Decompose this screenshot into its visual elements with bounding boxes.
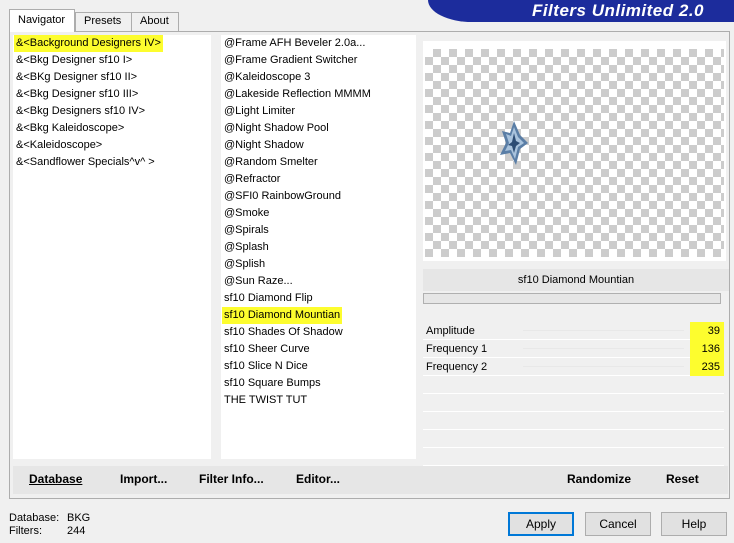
apply-button[interactable]: Apply bbox=[508, 512, 574, 536]
preview-image bbox=[425, 49, 724, 257]
param-value: 136 bbox=[690, 340, 724, 358]
category-item[interactable]: &<Bkg Designers sf10 IV> bbox=[13, 103, 211, 120]
filter-item[interactable]: THE TWIST TUT bbox=[221, 392, 416, 409]
category-item[interactable]: &<Background Designers IV> bbox=[13, 35, 211, 52]
category-item[interactable]: &<Bkg Designer sf10 III> bbox=[13, 86, 211, 103]
navigator-panel: &<Background Designers IV> &<Bkg Designe… bbox=[9, 31, 730, 499]
filter-item[interactable]: sf10 Diamond Flip bbox=[221, 290, 416, 307]
filter-item[interactable]: @Refractor bbox=[221, 171, 416, 188]
param-empty-row bbox=[423, 394, 724, 412]
filter-item[interactable]: @Sun Raze... bbox=[221, 273, 416, 290]
param-slider[interactable] bbox=[523, 348, 684, 350]
filter-list[interactable]: @Frame AFH Beveler 2.0a... @Frame Gradie… bbox=[221, 35, 416, 459]
param-value: 39 bbox=[690, 322, 724, 340]
filters-label: Filters: bbox=[9, 525, 42, 537]
filter-item[interactable]: @Night Shadow bbox=[221, 137, 416, 154]
database-value: BKG bbox=[67, 512, 91, 524]
filter-item[interactable]: @Frame AFH Beveler 2.0a... bbox=[221, 35, 416, 52]
category-item[interactable]: &<Bkg Designer sf10 I> bbox=[13, 52, 211, 69]
action-bar: Database Import... Filter Info... Editor… bbox=[13, 466, 728, 494]
filter-item[interactable]: @SFI0 RainbowGround bbox=[221, 188, 416, 205]
category-item[interactable]: &<Kaleidoscope> bbox=[13, 137, 211, 154]
preview-frame bbox=[423, 41, 726, 261]
import-button[interactable]: Import... bbox=[120, 472, 167, 486]
database-button[interactable]: Database bbox=[29, 472, 82, 486]
tab-presets[interactable]: Presets bbox=[75, 12, 132, 31]
filter-item[interactable]: sf10 Slice N Dice bbox=[221, 358, 416, 375]
category-item[interactable]: &<Bkg Kaleidoscope> bbox=[13, 120, 211, 137]
editor-button[interactable]: Editor... bbox=[296, 472, 340, 486]
tab-about[interactable]: About bbox=[131, 12, 179, 31]
app-title: Filters Unlimited 2.0 bbox=[531, 1, 704, 20]
filter-item[interactable]: @Frame Gradient Switcher bbox=[221, 52, 416, 69]
category-list[interactable]: &<Background Designers IV> &<Bkg Designe… bbox=[13, 35, 211, 459]
filter-item[interactable]: @Smoke bbox=[221, 205, 416, 222]
filter-item[interactable]: @Night Shadow Pool bbox=[221, 120, 416, 137]
param-label: Amplitude bbox=[426, 325, 475, 337]
param-empty-row bbox=[423, 448, 724, 466]
filter-item[interactable]: sf10 Diamond Mountian bbox=[221, 307, 416, 324]
title-banner: Filters Unlimited 2.0 bbox=[428, 0, 734, 22]
param-empty-row bbox=[423, 430, 724, 448]
help-button[interactable]: Help bbox=[661, 512, 727, 536]
filter-item[interactable]: @Random Smelter bbox=[221, 154, 416, 171]
selected-filter-name: sf10 Diamond Mountian bbox=[423, 269, 729, 291]
filter-info-button[interactable]: Filter Info... bbox=[199, 472, 264, 486]
filter-item[interactable]: sf10 Sheer Curve bbox=[221, 341, 416, 358]
param-frequency-1[interactable]: Frequency 1 136 bbox=[423, 340, 724, 358]
param-empty-row bbox=[423, 412, 724, 430]
database-label: Database: bbox=[9, 512, 60, 524]
filter-item[interactable]: @Lakeside Reflection MMMM bbox=[221, 86, 416, 103]
category-item[interactable]: &<BKg Designer sf10 II> bbox=[13, 69, 211, 86]
param-value: 235 bbox=[690, 358, 724, 376]
filter-item[interactable]: sf10 Square Bumps bbox=[221, 375, 416, 392]
filter-item[interactable]: sf10 Shades Of Shadow bbox=[221, 324, 416, 341]
param-label: Frequency 1 bbox=[426, 343, 488, 355]
filter-item[interactable]: @Splish bbox=[221, 256, 416, 273]
param-frequency-2[interactable]: Frequency 2 235 bbox=[423, 358, 724, 376]
cancel-button[interactable]: Cancel bbox=[585, 512, 651, 536]
filter-item[interactable]: @Splash bbox=[221, 239, 416, 256]
filters-value: 244 bbox=[67, 525, 86, 537]
param-label: Frequency 2 bbox=[426, 361, 488, 373]
filter-item[interactable]: @Light Limiter bbox=[221, 103, 416, 120]
filter-item[interactable]: @Spirals bbox=[221, 222, 416, 239]
progress-bar bbox=[423, 293, 721, 304]
footer-info: Database: BKG Filters: 244 bbox=[9, 512, 90, 538]
reset-button[interactable]: Reset bbox=[666, 472, 699, 486]
filter-item[interactable]: @Kaleidoscope 3 bbox=[221, 69, 416, 86]
param-slider[interactable] bbox=[523, 330, 684, 332]
category-item[interactable]: &<Sandflower Specials^v^ > bbox=[13, 154, 211, 171]
randomize-button[interactable]: Randomize bbox=[567, 472, 631, 486]
param-amplitude[interactable]: Amplitude 39 bbox=[423, 322, 724, 340]
param-slider[interactable] bbox=[523, 366, 684, 368]
preview-thumbnail bbox=[500, 121, 528, 165]
tab-navigator[interactable]: Navigator bbox=[9, 9, 75, 32]
param-empty-row bbox=[423, 376, 724, 394]
